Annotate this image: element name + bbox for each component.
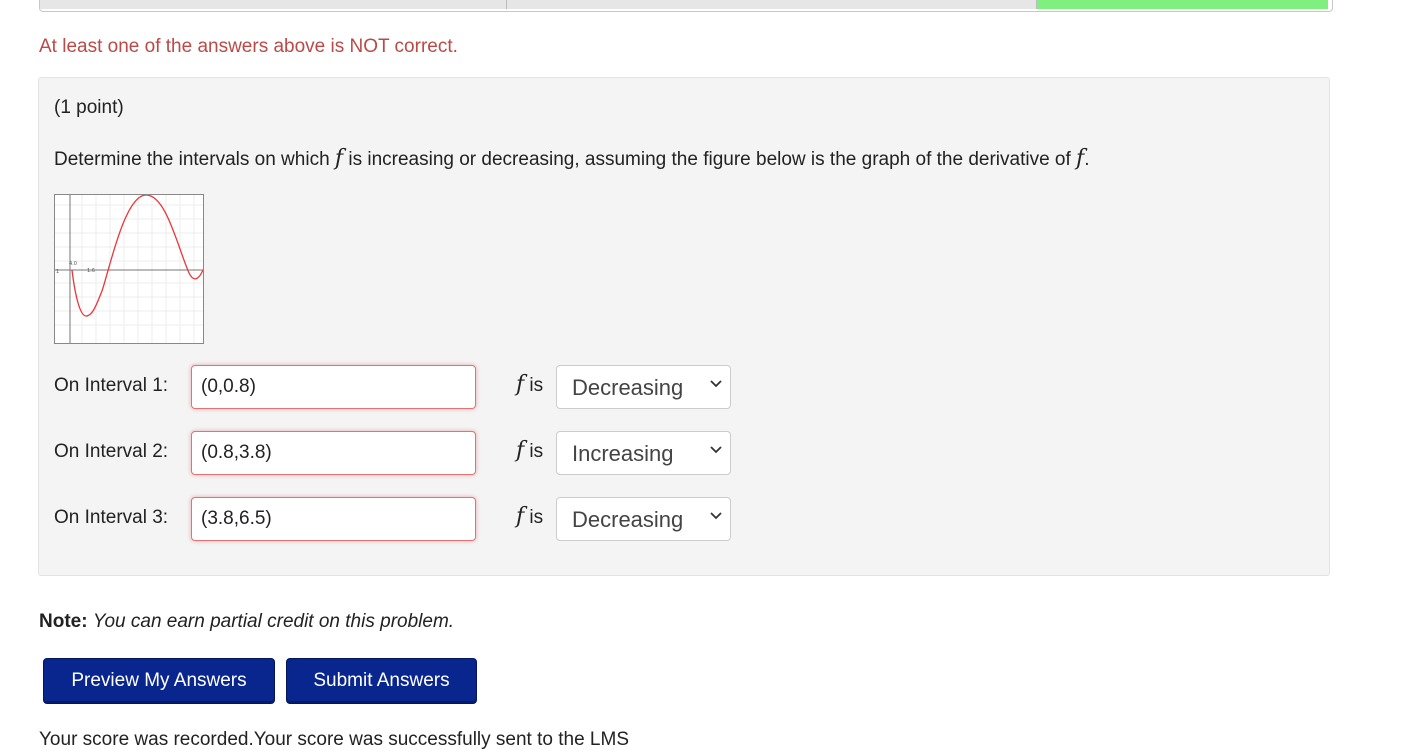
is-text: is [524, 375, 544, 396]
interval-label: On Interval 1: [54, 375, 169, 396]
derivative-graph: 1 4.0 1.6 [54, 194, 204, 344]
result-cell-2 [507, 0, 1037, 9]
interval-1-input[interactable] [191, 365, 476, 409]
question-text-middle: is increasing or decreasing, assuming th… [343, 149, 1077, 170]
select-value: Decreasing [572, 507, 684, 532]
interval-row-3: On Interval 3: f is Decreasing [54, 497, 754, 541]
note-text: You can earn partial credit on this prob… [92, 611, 455, 632]
interval-row-1: On Interval 1: f is Decreasing [54, 365, 754, 409]
f-is-label: f is [516, 438, 543, 463]
result-cell-1 [40, 0, 507, 9]
note-label: Note: [39, 611, 88, 632]
interval-label: On Interval 3: [54, 507, 169, 528]
interval-3-input[interactable] [191, 497, 476, 541]
select-value: Decreasing [572, 375, 684, 400]
math-f: f [1076, 146, 1085, 171]
question-text-before: Determine the intervals on which [54, 149, 335, 170]
interval-2-input[interactable] [191, 431, 476, 475]
problem-panel: (1 point) Determine the intervals on whi… [38, 77, 1330, 576]
incorrect-warning: At least one of the answers above is NOT… [39, 36, 458, 57]
chevron-down-icon [710, 380, 722, 388]
chevron-down-icon [710, 512, 722, 520]
math-f: f [516, 438, 525, 463]
interval-label: On Interval 2: [54, 441, 169, 462]
interval-row-2: On Interval 2: f is Increasing [54, 431, 754, 475]
is-text: is [524, 507, 544, 528]
interval-2-behavior-select[interactable]: Increasing [556, 431, 731, 475]
x-tick-label: 1 [56, 269, 59, 275]
math-f: f [334, 146, 344, 171]
point-value: (1 point) [54, 97, 124, 118]
result-cell-3-correct [1037, 0, 1328, 9]
chevron-down-icon [710, 446, 722, 454]
results-table-strip [39, 0, 1333, 12]
interval-3-behavior-select[interactable]: Decreasing [556, 497, 731, 541]
x-tick-label: 4.0 [69, 261, 77, 267]
partial-credit-note: Note: You can earn partial credit on thi… [39, 611, 454, 633]
math-f: f [516, 372, 525, 397]
question-text-end: . [1084, 149, 1090, 170]
question-text: Determine the intervals on which f is in… [54, 146, 1089, 171]
submit-answers-button[interactable]: Submit Answers [286, 658, 477, 704]
interval-1-behavior-select[interactable]: Decreasing [556, 365, 731, 409]
f-is-label: f is [516, 504, 543, 529]
math-f: f [516, 504, 525, 529]
x-tick-label: 1.6 [87, 268, 95, 274]
derivative-graph-svg: 1 4.0 1.6 [55, 194, 204, 343]
graph-grid [55, 195, 203, 343]
is-text: is [524, 441, 544, 462]
preview-answers-button[interactable]: Preview My Answers [43, 658, 275, 704]
f-is-label: f is [516, 372, 543, 397]
select-value: Increasing [572, 441, 674, 466]
